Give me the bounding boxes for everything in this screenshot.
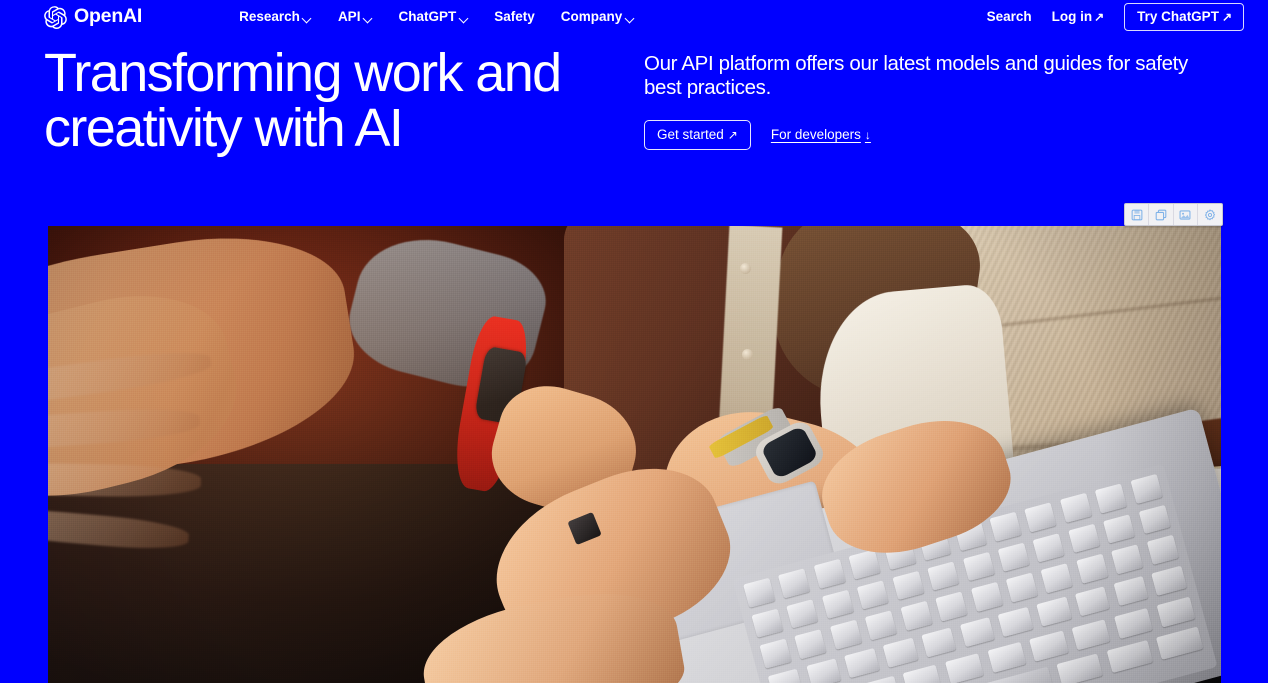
hero-actions: Get started ↗ For developers ↓ bbox=[644, 120, 1224, 150]
save-disk-icon bbox=[1131, 209, 1143, 221]
login-link[interactable]: Log in ↗ bbox=[1052, 10, 1105, 24]
chevron-down-icon bbox=[625, 14, 634, 23]
page-title: Transforming work and creativity with AI bbox=[44, 43, 562, 159]
openai-homepage: OpenAI Research API ChatGPT Safety Compa… bbox=[0, 0, 1268, 683]
capture-image-button[interactable] bbox=[1174, 204, 1198, 225]
hero-photo-canvas bbox=[48, 226, 1221, 683]
for-developers-label: For developers bbox=[770, 127, 861, 143]
hero-right-column: Our API platform offers our latest model… bbox=[640, 44, 1224, 214]
brand-logo-link[interactable]: OpenAI bbox=[44, 5, 143, 29]
hero-section: Transforming work and creativity with AI… bbox=[0, 44, 1268, 214]
chevron-down-icon bbox=[459, 14, 468, 23]
nav-item-chatgpt[interactable]: ChatGPT bbox=[398, 10, 468, 24]
header-actions: Search Log in ↗ Try ChatGPT ↗ bbox=[987, 3, 1244, 31]
shirt-button bbox=[740, 262, 752, 274]
chevron-down-icon bbox=[303, 14, 312, 23]
openai-blossom-icon bbox=[44, 5, 67, 29]
hero-subtitle: Our API platform offers our latest model… bbox=[644, 52, 1188, 100]
nav-label: Safety bbox=[494, 9, 535, 25]
for-developers-link[interactable]: For developers ↓ bbox=[771, 128, 871, 142]
save-button[interactable] bbox=[1125, 204, 1150, 225]
arrow-up-right-icon: ↗ bbox=[1094, 10, 1105, 24]
nav-label: Company bbox=[560, 9, 623, 25]
brand-name: OpenAI bbox=[74, 5, 143, 28]
arrow-up-right-icon: ↗ bbox=[727, 128, 738, 143]
main-nav: Research API ChatGPT Safety Company bbox=[239, 10, 634, 24]
nav-item-research[interactable]: Research bbox=[239, 10, 312, 24]
site-header: OpenAI Research API ChatGPT Safety Compa… bbox=[0, 0, 1268, 34]
copy-pages-icon bbox=[1155, 209, 1167, 221]
capture-toolbar bbox=[1124, 203, 1223, 226]
nav-label: API bbox=[337, 9, 361, 25]
chevron-down-icon bbox=[363, 14, 372, 23]
nav-item-api[interactable]: API bbox=[338, 10, 373, 24]
nav-item-company[interactable]: Company bbox=[561, 10, 635, 24]
search-button[interactable]: Search bbox=[987, 10, 1032, 24]
nav-item-safety[interactable]: Safety bbox=[494, 10, 535, 24]
settings-button[interactable] bbox=[1198, 204, 1222, 225]
get-started-label: Get started bbox=[657, 127, 724, 143]
arrow-up-right-icon: ↗ bbox=[1221, 10, 1232, 24]
try-chatgpt-button[interactable]: Try ChatGPT ↗ bbox=[1124, 3, 1244, 31]
try-chatgpt-label: Try ChatGPT bbox=[1137, 9, 1219, 25]
image-capture-icon bbox=[1179, 209, 1191, 221]
arrow-down-icon: ↓ bbox=[864, 128, 871, 143]
hero-photo bbox=[48, 226, 1221, 683]
copy-button[interactable] bbox=[1149, 204, 1174, 225]
get-started-button[interactable]: Get started ↗ bbox=[644, 120, 751, 150]
login-label: Log in bbox=[1051, 9, 1093, 25]
search-label: Search bbox=[986, 9, 1032, 25]
nav-label: Research bbox=[239, 9, 300, 25]
gear-icon bbox=[1204, 208, 1216, 221]
nav-label: ChatGPT bbox=[398, 9, 457, 25]
